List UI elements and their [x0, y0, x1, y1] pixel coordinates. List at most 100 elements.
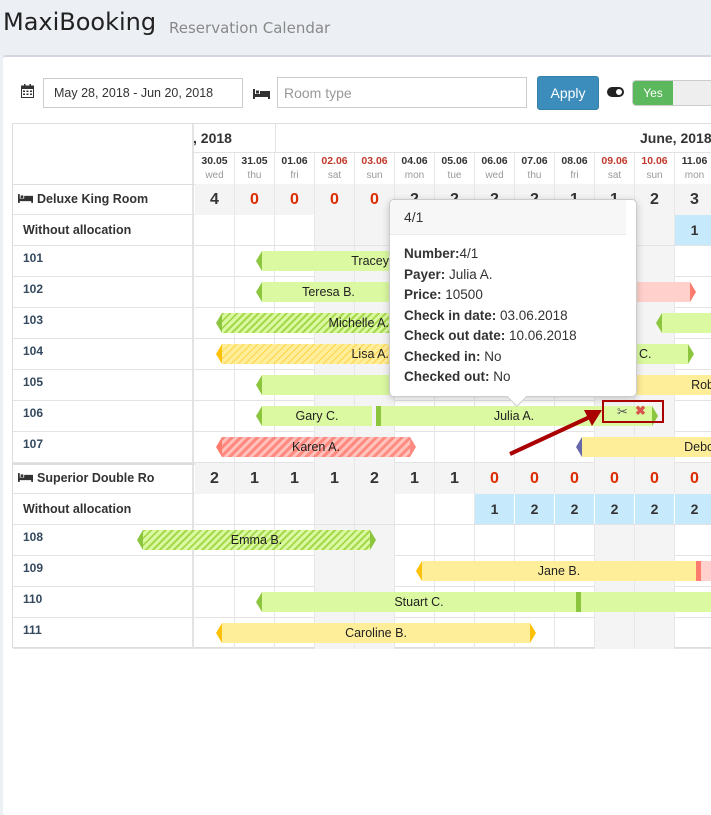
calendar-cell[interactable]: [595, 525, 635, 556]
month-june-label: June, 2018: [640, 130, 711, 146]
date-header: 31.05 thu: [235, 153, 275, 184]
date-header: 10.06 sun: [635, 153, 675, 184]
calendar-cell[interactable]: [195, 246, 235, 277]
calendar-cell[interactable]: [435, 525, 475, 556]
booking-bar[interactable]: C.: [635, 344, 688, 364]
calendar-cell[interactable]: [195, 587, 235, 618]
calendar-cell[interactable]: [435, 432, 475, 463]
room-number[interactable]: 109: [13, 561, 193, 575]
without-allocation-cell: [315, 215, 355, 245]
calendar-cell[interactable]: [555, 618, 595, 649]
calendar-cell[interactable]: [675, 401, 711, 432]
tooltip-title: 4/1: [390, 200, 626, 235]
calendar-cell[interactable]: [675, 246, 711, 277]
booking-bar[interactable]: [662, 313, 711, 333]
calendar-cell[interactable]: [395, 525, 435, 556]
room-number[interactable]: 110: [13, 592, 193, 606]
booking-bar[interactable]: Karen A.: [222, 437, 410, 457]
calendar-cell[interactable]: [195, 277, 235, 308]
booking-bar[interactable]: Jane B.: [422, 561, 696, 581]
calendar-cell[interactable]: [195, 370, 235, 401]
calendar-cell[interactable]: [475, 525, 515, 556]
without-allocation-cell[interactable]: 2: [595, 494, 635, 524]
apply-button[interactable]: Apply: [537, 76, 599, 110]
calendar-cell[interactable]: [195, 556, 235, 587]
booking-start-arrow-icon: [656, 313, 662, 333]
booking-bar[interactable]: [635, 282, 690, 302]
booking-end-arrow-icon: [688, 344, 694, 364]
booking-bar[interactable]: Stuart C.: [262, 592, 576, 612]
booking-split-marker: [696, 561, 701, 581]
calendar-cell[interactable]: [635, 525, 675, 556]
room-number[interactable]: 107: [13, 437, 193, 451]
availability-count: 0: [515, 463, 555, 494]
calendar-cell[interactable]: [195, 401, 235, 432]
availability-count: 2: [195, 463, 235, 494]
bed-icon: [253, 87, 270, 102]
without-allocation-cell[interactable]: 2: [635, 494, 675, 524]
without-allocation-cell[interactable]: 2: [555, 494, 595, 524]
date-header: 11.06 mon: [675, 153, 711, 184]
date-header: 05.06 tue: [435, 153, 475, 184]
room-number[interactable]: 105: [13, 375, 193, 389]
calendar-cell[interactable]: [595, 618, 635, 649]
booking-bar[interactable]: Gary C.: [262, 406, 372, 426]
booking-bar[interactable]: Michelle A.: [222, 313, 395, 333]
calendar-cell[interactable]: [675, 525, 711, 556]
booking-bar[interactable]: Teresa B.: [262, 282, 395, 302]
without-allocation-cell[interactable]: 2: [515, 494, 555, 524]
booking-tooltip: 4/1 Number:4/1 Payer: Julia A. Price: 10…: [389, 199, 637, 407]
without-allocation-cell: [435, 494, 475, 524]
booking-start-arrow-icon: [216, 313, 222, 333]
calendar-cell[interactable]: [315, 556, 355, 587]
allocation-switch[interactable]: Yes: [632, 80, 711, 106]
annotation-highlight-box: [602, 400, 664, 423]
availability-count: 0: [555, 463, 595, 494]
booking-bar[interactable]: Tracey: [262, 251, 395, 271]
switch-yes-label: Yes: [633, 81, 673, 105]
booking-bar[interactable]: Rob: [635, 375, 711, 395]
availability-count: 0: [635, 463, 675, 494]
calendar-cell[interactable]: [635, 618, 675, 649]
calendar-cell[interactable]: [555, 525, 595, 556]
booking-bar[interactable]: Lisa A.: [222, 344, 395, 364]
booking-bar[interactable]: [701, 561, 711, 581]
room-type-label[interactable]: Deluxe King Room: [13, 184, 193, 215]
room-number[interactable]: 102: [13, 282, 193, 296]
calendar-cell[interactable]: [355, 556, 395, 587]
calendar-cell[interactable]: [675, 618, 711, 649]
date-header: 07.06 thu: [515, 153, 555, 184]
date-header: 04.06 mon: [395, 153, 435, 184]
booking-bar[interactable]: Caroline B.: [222, 623, 530, 643]
room-type-label[interactable]: Superior Double Ro: [13, 463, 193, 494]
availability-count: 0: [315, 184, 355, 215]
booking-bar[interactable]: Emma B.: [143, 530, 370, 550]
calendar-cell[interactable]: [635, 246, 675, 277]
room-number[interactable]: 111: [13, 623, 193, 637]
booking-bar[interactable]: [262, 375, 395, 395]
room-number[interactable]: 103: [13, 313, 193, 327]
availability-count: 2: [355, 463, 395, 494]
booking-bar[interactable]: [581, 592, 711, 612]
availability-count: 0: [275, 184, 315, 215]
date-range-input[interactable]: May 28, 2018 - Jun 20, 2018: [43, 78, 243, 108]
without-allocation-cell[interactable]: 1: [675, 215, 711, 245]
booking-end-arrow-icon: [410, 437, 416, 457]
without-allocation-cell[interactable]: 1: [475, 494, 515, 524]
tooltip-checkout: Check out date: 10.06.2018: [404, 328, 577, 343]
calendar-cell[interactable]: [235, 556, 275, 587]
bed-icon: [18, 194, 33, 203]
room-type-input[interactable]: Room type: [277, 77, 527, 108]
room-number[interactable]: 104: [13, 344, 193, 358]
page-subtitle: Reservation Calendar: [169, 19, 331, 37]
availability-count: 0: [235, 184, 275, 215]
booking-start-arrow-icon: [256, 375, 262, 395]
calendar-cell[interactable]: [275, 556, 315, 587]
room-number[interactable]: 101: [13, 251, 193, 265]
without-allocation-cell[interactable]: 2: [675, 494, 711, 524]
room-number[interactable]: 106: [13, 406, 193, 420]
tooltip-checked-in: Checked in: No: [404, 348, 502, 364]
availability-count: 3: [675, 184, 711, 215]
calendar-cell[interactable]: [515, 525, 555, 556]
month-divider: [275, 124, 276, 153]
